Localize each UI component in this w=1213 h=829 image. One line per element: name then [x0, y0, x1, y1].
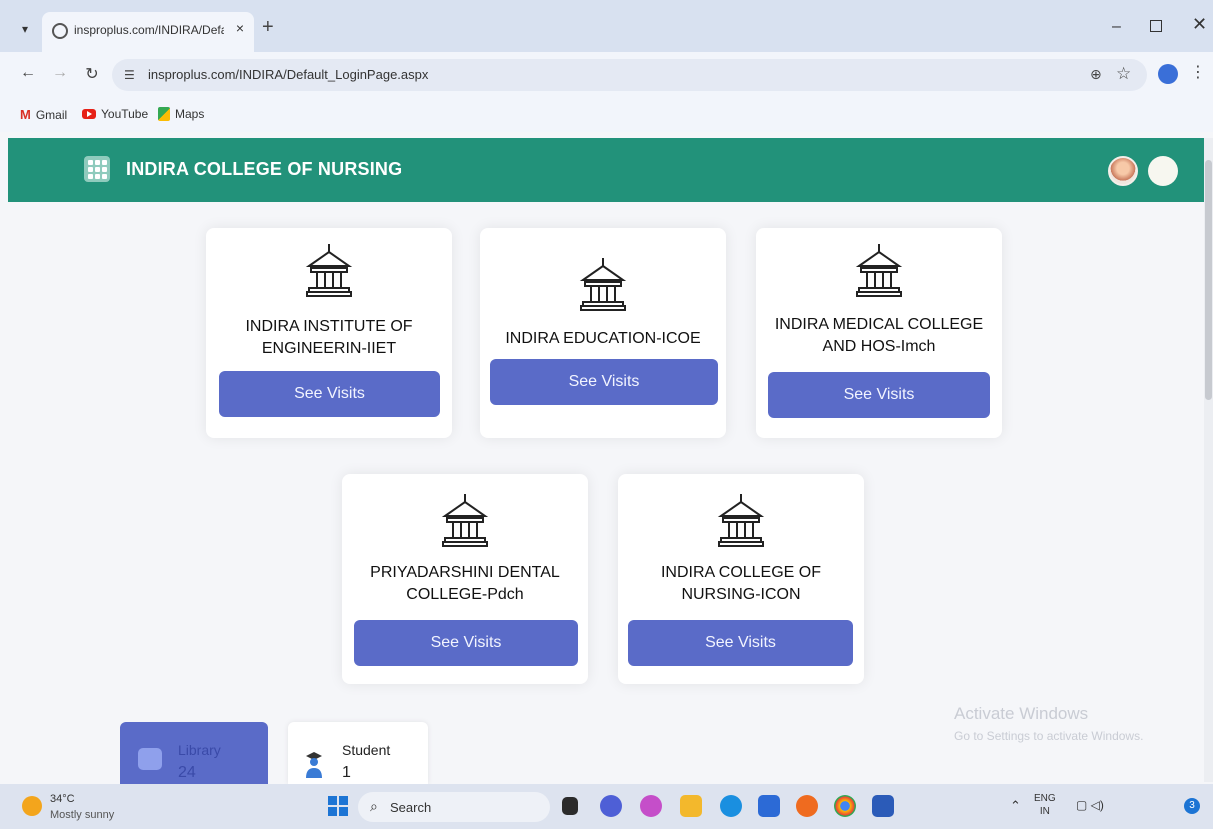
see-visits-button[interactable]: See Visits [219, 371, 440, 417]
college-name: INDIRA MEDICAL COLLEGE AND HOS-Imch [774, 316, 984, 355]
weather-temperature[interactable]: 34°C [50, 793, 75, 805]
see-visits-button[interactable]: See Visits [628, 620, 853, 666]
bookmark-label: YouTube [101, 107, 149, 121]
weather-sun-icon[interactable] [22, 796, 42, 816]
browser-tab-bar: ▾ insproplus.com/INDIRA/Defaul × + – ✕ [0, 0, 1213, 52]
student-label: Student [342, 742, 391, 758]
copilot-icon[interactable] [640, 795, 662, 817]
college-name: INDIRA INSTITUTE OF ENGINEERIN-IIET [245, 318, 413, 357]
library-stat-tile[interactable]: Library 24 [120, 722, 268, 784]
library-count: 24 [178, 764, 196, 781]
profile-icon[interactable] [1158, 64, 1178, 84]
college-name: INDIRA COLLEGE OF NURSING-ICON [660, 564, 822, 603]
browser-toolbar: ← → ↻ ☰ insproplus.com/INDIRA/Default_Lo… [0, 52, 1213, 98]
tab-close-icon[interactable]: × [232, 20, 248, 36]
browser-tab[interactable]: insproplus.com/INDIRA/Defaul × [42, 12, 254, 52]
taskbar-search[interactable]: ⌕ Search [358, 792, 550, 822]
bookmark-label: Gmail [35, 107, 68, 122]
college-name: INDIRA EDUCATION-ICOE [505, 330, 701, 347]
college-name: PRIYADARSHINI DENTAL COLLEGE-Pdch [370, 564, 560, 603]
menu-kebab-icon[interactable]: ⋮ [1190, 62, 1206, 82]
url-text[interactable]: insproplus.com/INDIRA/Default_LoginPage.… [148, 67, 428, 82]
firefox-icon[interactable] [796, 795, 818, 817]
scrollbar-thumb[interactable] [1205, 160, 1212, 400]
edge-icon[interactable] [720, 795, 742, 817]
secondary-avatar[interactable] [1148, 156, 1178, 186]
minimize-icon[interactable]: – [1112, 18, 1121, 36]
college-building-icon [305, 244, 353, 297]
college-building-icon [717, 494, 765, 547]
bookmark-youtube[interactable]: YouTube [82, 107, 148, 121]
region-code: IN [1039, 806, 1050, 817]
word-icon[interactable] [872, 795, 894, 817]
bookmark-gmail[interactable]: M Gmail [20, 107, 67, 122]
tab-search-chevron-icon[interactable]: ▾ [14, 18, 36, 40]
college-card: INDIRA EDUCATION-ICOE See Visits [480, 228, 726, 438]
search-icon: ⌕ [370, 798, 378, 814]
bookmark-maps[interactable]: Maps [158, 107, 204, 121]
bookmarks-bar: M Gmail YouTube Maps [0, 98, 1213, 132]
library-label: Library [178, 742, 221, 758]
weather-description[interactable]: Mostly sunny [50, 809, 114, 821]
network-volume-icon[interactable]: ▢ ◁) [1076, 798, 1104, 812]
app-title: INDIRA COLLEGE OF NURSING [126, 159, 403, 179]
see-visits-button[interactable]: See Visits [490, 359, 718, 405]
bookmark-label: Maps [175, 107, 205, 121]
college-building-icon [441, 494, 489, 547]
site-settings-icon[interactable]: ☰ [124, 68, 135, 82]
chrome-icon[interactable] [834, 795, 856, 817]
teams-chat-icon[interactable] [600, 795, 622, 817]
gmail-icon: M [20, 107, 31, 122]
college-building-icon [855, 244, 903, 297]
language-indicator[interactable]: ENG IN [1034, 792, 1056, 818]
student-count: 1 [342, 764, 351, 781]
restore-icon[interactable] [1150, 20, 1162, 32]
address-bar[interactable]: ☰ insproplus.com/INDIRA/Default_LoginPag… [112, 59, 1147, 91]
college-card: INDIRA COLLEGE OF NURSING-ICON See Visit… [618, 474, 864, 684]
back-icon[interactable]: ← [18, 64, 38, 82]
task-view-icon[interactable] [562, 797, 578, 815]
youtube-icon [82, 109, 96, 119]
zoom-icon[interactable]: ⊕ [1090, 66, 1102, 83]
store-icon[interactable] [758, 795, 780, 817]
file-explorer-icon[interactable] [680, 795, 702, 817]
student-stat-tile[interactable]: Student 1 [288, 722, 428, 784]
new-tab-button[interactable]: + [262, 16, 274, 39]
college-card: INDIRA MEDICAL COLLEGE AND HOS-Imch See … [756, 228, 1002, 438]
college-card: PRIYADARSHINI DENTAL COLLEGE-Pdch See Vi… [342, 474, 588, 684]
bookmark-star-icon[interactable]: ☆ [1116, 64, 1131, 84]
see-visits-button[interactable]: See Visits [768, 372, 990, 418]
language-code: ENG [1034, 793, 1056, 804]
see-visits-button[interactable]: See Visits [354, 620, 578, 666]
windows-start-icon[interactable] [328, 796, 348, 816]
college-card: INDIRA INSTITUTE OF ENGINEERIN-IIET See … [206, 228, 452, 438]
forward-icon[interactable]: → [50, 64, 70, 82]
user-avatar[interactable] [1108, 156, 1138, 186]
book-icon [138, 748, 162, 770]
notification-badge[interactable]: 3 [1184, 798, 1200, 814]
window-close-icon[interactable]: ✕ [1192, 14, 1207, 35]
globe-icon [52, 23, 68, 39]
maps-icon [158, 107, 170, 121]
tray-overflow-icon[interactable]: ⌃ [1010, 798, 1021, 814]
tab-title: insproplus.com/INDIRA/Defaul [74, 23, 224, 37]
app-header: INDIRA COLLEGE OF NURSING [8, 138, 1204, 202]
app-grid-icon[interactable] [84, 156, 110, 182]
activate-windows-title: Activate Windows [954, 704, 1089, 723]
college-building-icon [579, 258, 627, 311]
student-icon [306, 752, 322, 778]
search-placeholder: Search [390, 800, 432, 815]
windows-taskbar: 34°C Mostly sunny ⌕ Search ⌃ ENG IN ▢ ◁)… [0, 784, 1213, 829]
reload-icon[interactable]: ↻ [82, 64, 102, 84]
activate-windows-subtitle: Go to Settings to activate Windows. [954, 729, 1144, 743]
